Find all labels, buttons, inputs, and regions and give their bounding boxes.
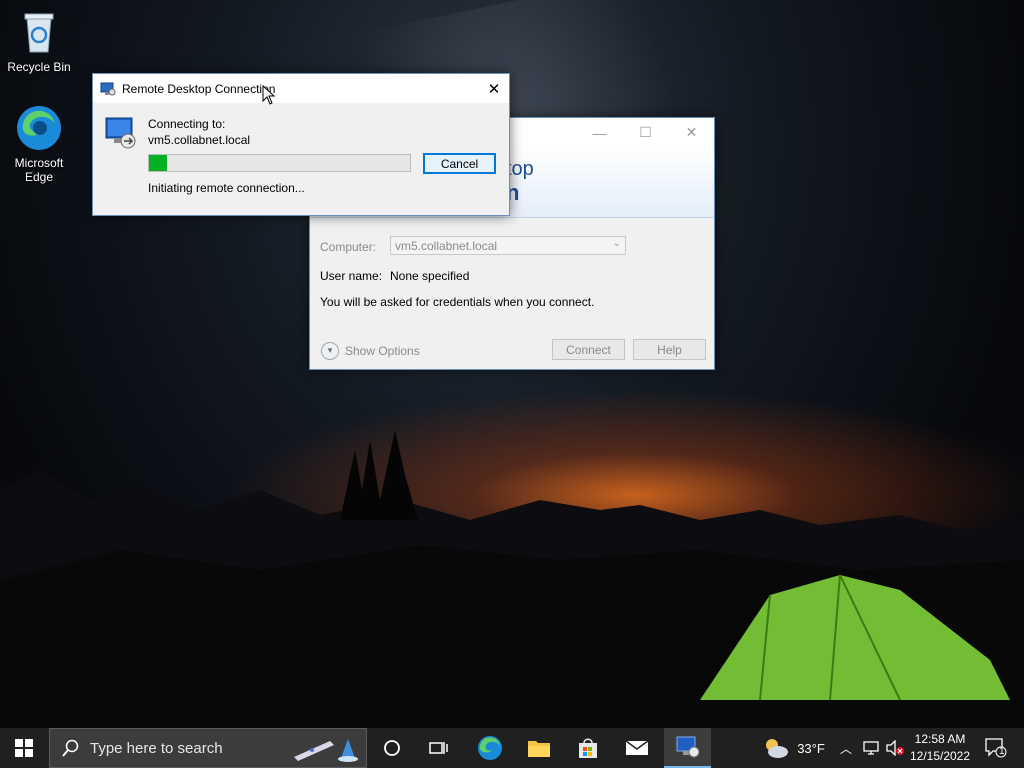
- taskbar-store-button[interactable]: [565, 728, 611, 768]
- search-placeholder: Type here to search: [90, 739, 223, 757]
- dialog-title: Remote Desktop Connection: [122, 81, 276, 96]
- weather-cloud-moon-icon: [766, 739, 788, 758]
- network-icon[interactable]: [860, 728, 882, 768]
- weather-button[interactable]: [760, 728, 792, 768]
- mouse-cursor-icon: [262, 85, 276, 105]
- taskbar-edge-button[interactable]: [467, 728, 513, 768]
- desktop-icon-edge[interactable]: Microsoft Edge: [1, 104, 77, 184]
- credentials-note: You will be asked for credentials when y…: [320, 295, 595, 309]
- clock[interactable]: 12:58 AM 12/15/2022: [906, 731, 974, 765]
- task-view-button[interactable]: [417, 728, 461, 768]
- progress-fill: [149, 155, 168, 171]
- clock-time: 12:58 AM: [914, 732, 966, 746]
- mail-envelope-icon: [625, 740, 649, 755]
- clock-date: 12/15/2022: [909, 749, 971, 763]
- help-button[interactable]: Help: [633, 339, 706, 360]
- windows-logo-icon: [15, 739, 33, 757]
- edge-icon: [478, 736, 502, 760]
- task-view-icon: [429, 742, 448, 754]
- taskbar-mail-button[interactable]: [614, 728, 660, 768]
- computer-label: Computer:: [320, 240, 377, 254]
- action-center-button[interactable]: 1: [976, 728, 1016, 768]
- search-highlight-image: [290, 735, 360, 763]
- cortana-button[interactable]: [370, 728, 414, 768]
- connection-progress-bar: [148, 154, 411, 172]
- connecting-to-label: Connecting to:: [148, 117, 226, 131]
- username-value: None specified: [390, 269, 470, 283]
- minimize-button[interactable]: —: [577, 118, 622, 147]
- desktop-icon-recycle-bin[interactable]: Recycle Bin: [1, 8, 77, 74]
- taskbar-file-explorer-button[interactable]: [516, 728, 562, 768]
- folder-icon: [528, 741, 550, 757]
- notification-count: 1: [999, 746, 1005, 757]
- dialog-titlebar: Remote Desktop Connection ✕: [93, 74, 509, 103]
- edge-icon: [15, 104, 63, 152]
- wallpaper-mountains: [0, 430, 1024, 730]
- connecting-to-host: vm5.collabnet.local: [148, 133, 251, 147]
- close-button[interactable]: ✕: [669, 118, 714, 147]
- taskbar: Type here to search 33°F ︿ 12:58 AM 12/1…: [0, 728, 1024, 768]
- weather-temperature[interactable]: 33°F: [794, 728, 828, 768]
- connect-button[interactable]: Connect: [552, 339, 625, 360]
- recycle-bin-icon: [15, 8, 63, 56]
- show-options-label: Show Options: [345, 344, 420, 358]
- maximize-button[interactable]: ☐: [623, 118, 668, 147]
- computer-value: vm5.collabnet.local: [395, 239, 498, 253]
- remote-desktop-icon: [100, 82, 116, 96]
- start-button[interactable]: [0, 728, 48, 768]
- computer-combobox[interactable]: vm5.collabnet.local ⌄: [390, 236, 626, 255]
- close-button[interactable]: ✕: [479, 74, 509, 103]
- username-label: User name:: [320, 269, 383, 283]
- chevron-down-icon[interactable]: ⌄: [613, 238, 621, 249]
- connection-status-text: Initiating remote connection...: [148, 181, 305, 195]
- cortana-circle-icon: [384, 740, 400, 756]
- cancel-button[interactable]: Cancel: [423, 153, 496, 174]
- search-box[interactable]: Type here to search: [49, 728, 367, 768]
- store-bag-icon: [579, 738, 597, 758]
- taskbar-remote-desktop-button[interactable]: [664, 728, 711, 768]
- chevron-up-icon[interactable]: ︿: [836, 728, 856, 768]
- desktop-icon-label: Microsoft Edge: [14, 156, 64, 184]
- remote-desktop-icon: [676, 736, 699, 758]
- volume-muted-icon[interactable]: [884, 728, 906, 768]
- rdc-connecting-dialog: Remote Desktop Connection ✕ Connecting t…: [92, 73, 510, 216]
- search-icon: [62, 739, 79, 757]
- computer-connecting-icon: [104, 116, 138, 150]
- expand-circle-icon: ▾: [321, 342, 339, 360]
- show-options-toggle[interactable]: ▾ Show Options: [321, 342, 420, 360]
- banner-text-line1: top: [506, 158, 534, 180]
- desktop-icon-label: Recycle Bin: [7, 60, 71, 74]
